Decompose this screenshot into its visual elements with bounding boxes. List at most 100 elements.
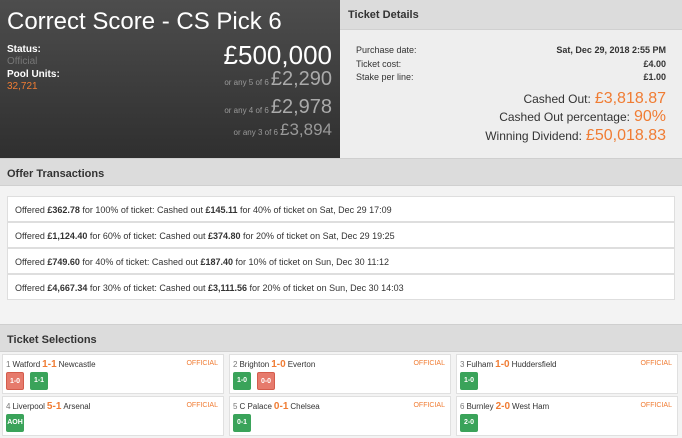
leg-number: 6 (460, 402, 465, 411)
offer-prefix: Offered (15, 205, 48, 215)
final-score: 1-0 (495, 359, 510, 370)
prize-tier-prefix: or any 3 of 6 (233, 128, 278, 137)
away-team: Newcastle (58, 360, 96, 369)
away-team: Huddersfield (511, 360, 557, 369)
official-badge: OFFICIAL (413, 360, 445, 367)
match-line: 5C Palace 0-1 Chelsea (233, 401, 320, 412)
prize-tier-amount: £2,978 (270, 96, 332, 118)
offer-row: Offered £362.78 for 100% of ticket: Cash… (7, 196, 675, 222)
ticket-details-header: Ticket Details (340, 0, 682, 30)
cashed-out-value: £3,818.87 (594, 90, 666, 107)
pool-panel: Correct Score - CS Pick 6 Status: Offici… (0, 0, 340, 158)
ticket-selections-title: Ticket Selections (7, 334, 97, 346)
winning-dividend-row: Winning Dividend: £50,018.83 (485, 127, 666, 145)
final-score: 1-0 (271, 359, 286, 370)
offer-row: Offered £1,124.40 for 60% of ticket: Cas… (7, 222, 675, 248)
prize-tier-prefix: or any 4 of 6 (224, 106, 269, 115)
away-team: Everton (287, 360, 316, 369)
selection-card: 1 Watford 1-1 Newcastle OFFICIAL 1-0 1-1 (2, 354, 224, 394)
cashed-out-percentage-value: 90% (633, 108, 666, 125)
cashed-amount: £374.80 (207, 231, 241, 241)
prize-tier-amount: £3,894 (280, 120, 332, 139)
selection-card: 3 Fulham 1-0 Huddersfield OFFICIAL 1-0 (456, 354, 678, 394)
offer-suffix: for 40% of ticket on Sat, Dec 29 17:09 (237, 205, 392, 215)
final-score: 1-1 (42, 359, 57, 370)
prize-tier-prefix: or any 5 of 6 (224, 78, 269, 87)
offer-text: Offered £4,667.34 for 30% of ticket: Cas… (15, 283, 404, 293)
offer-middle: for 30% of ticket: Cashed out (87, 283, 208, 293)
cashed-amount: £187.40 (200, 257, 234, 267)
home-team: Burnley (466, 402, 494, 411)
offer-middle: for 100% of ticket: Cashed out (79, 205, 206, 215)
home-team: Fulham (466, 360, 494, 369)
detail-value: £1.00 (643, 72, 666, 82)
offer-amount: £362.78 (47, 205, 80, 215)
selection-card: 2 Brighton 1-0 Everton OFFICIAL 1-0 0-0 (229, 354, 451, 394)
official-badge: OFFICIAL (640, 402, 672, 409)
prize-tier: or any 3 of 6 £3,894 (234, 120, 332, 140)
offer-text: Offered £362.78 for 100% of ticket: Cash… (15, 205, 392, 215)
offer-transactions-title: Offer Transactions (7, 168, 105, 180)
away-team: West Ham (512, 402, 550, 411)
home-team: Liverpool (12, 402, 45, 411)
ticket-details-panel: Ticket Details Purchase date: Sat, Dec 2… (340, 0, 682, 158)
offer-suffix: for 20% of ticket on Sun, Dec 30 14:03 (247, 283, 404, 293)
final-score: 0-1 (273, 401, 289, 412)
detail-label: Purchase date: (356, 45, 417, 55)
home-team: Brighton (239, 360, 270, 369)
pick-chip-correct: 1-0 (233, 372, 251, 390)
cashed-amount: £3,111.56 (207, 283, 248, 293)
final-score: 5-1 (46, 401, 62, 412)
official-badge: OFFICIAL (640, 360, 672, 367)
pool-units-label: Pool Units: (7, 69, 60, 80)
leg-number: 5 (233, 402, 238, 411)
match-line: 3 Fulham 1-0 Huddersfield (460, 359, 557, 370)
offer-prefix: Offered (15, 283, 48, 293)
status-label: Status: (7, 44, 41, 55)
cashed-out-label: Cashed Out: (523, 92, 591, 106)
detail-label: Stake per line: (356, 72, 414, 82)
winning-dividend-value: £50,018.83 (585, 127, 666, 144)
pick-chip-correct: 1-0 (460, 372, 478, 390)
leg-number: 3 (460, 360, 465, 369)
pool-title: Correct Score - CS Pick 6 (7, 8, 282, 35)
detail-label: Ticket cost: (356, 59, 402, 69)
offer-prefix: Offered (15, 257, 48, 267)
offer-suffix: for 10% of ticket on Sun, Dec 30 11:12 (233, 257, 389, 267)
offer-text: Offered £749.60 for 40% of ticket: Cashe… (15, 257, 389, 267)
selection-card: 5C Palace 0-1 Chelsea OFFICIAL 0-1 (229, 396, 451, 436)
official-badge: OFFICIAL (186, 402, 218, 409)
leg-number: 2 (233, 360, 238, 369)
official-badge: OFFICIAL (413, 402, 445, 409)
away-team: Chelsea (290, 402, 320, 411)
main-prize: £500,000 (223, 40, 332, 70)
match-line: 6 Burnley 2-0 West Ham (460, 401, 549, 412)
winning-dividend-label: Winning Dividend: (485, 129, 582, 143)
ticket-details-title: Ticket Details (348, 9, 419, 21)
pick-chip-correct: AOH (6, 414, 24, 432)
cashed-out-percentage-label: Cashed Out percentage: (499, 110, 630, 124)
offer-row: Offered £749.60 for 40% of ticket: Cashe… (7, 248, 675, 274)
offer-suffix: for 20% of ticket on Sat, Dec 29 19:25 (240, 231, 395, 241)
final-score: 2-0 (495, 401, 511, 412)
offer-transactions-header: Offer Transactions (0, 158, 682, 186)
offer-transactions-section: Offer Transactions Offered £362.78 for 1… (0, 158, 682, 324)
pool-units-value: 32,721 (7, 81, 38, 92)
prize-tier: or any 5 of 6 £2,290 (224, 68, 332, 91)
offer-amount: £1,124.40 (47, 231, 88, 241)
offer-middle: for 40% of ticket: Cashed out (79, 257, 201, 267)
status-value: Official (7, 56, 38, 67)
offer-row: Offered £4,667.34 for 30% of ticket: Cas… (7, 274, 675, 300)
cashed-out-percentage-row: Cashed Out percentage: 90% (499, 108, 666, 126)
pick-chip-incorrect: 0-0 (257, 372, 275, 390)
match-line: 4 Liverpool 5-1 Arsenal (6, 401, 91, 412)
pick-chip-correct: 0-1 (233, 414, 251, 432)
selection-card: 6 Burnley 2-0 West Ham OFFICIAL 2-0 (456, 396, 678, 436)
pick-chip-correct: 1-1 (30, 372, 48, 390)
home-team: Watford (12, 360, 41, 369)
leg-number: 1 (6, 360, 11, 369)
official-badge: OFFICIAL (186, 360, 218, 367)
offer-text: Offered £1,124.40 for 60% of ticket: Cas… (15, 231, 395, 241)
leg-number: 4 (6, 402, 11, 411)
match-line: 1 Watford 1-1 Newcastle (6, 359, 96, 370)
